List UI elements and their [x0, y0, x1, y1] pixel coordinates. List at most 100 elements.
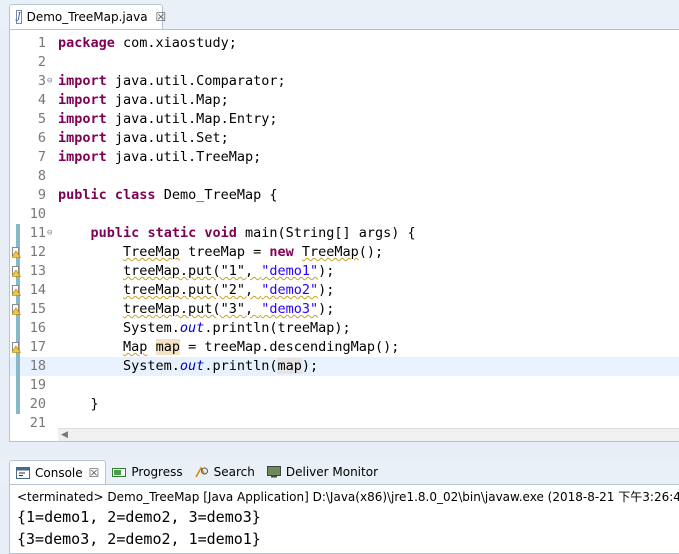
monitor-icon: [266, 466, 281, 478]
code-token: "demo1": [261, 263, 319, 279]
code-token: main(String[] args) {: [236, 225, 416, 241]
code-text: treeMap.put("2", "demo2");: [58, 281, 334, 300]
code-text: TreeMap treeMap = new TreeMap();: [58, 243, 383, 262]
code-line[interactable]: 17 Map map = treeMap.descendingMap();: [10, 338, 679, 357]
code-token: );: [301, 358, 319, 374]
scroll-left-icon[interactable]: ◀: [61, 429, 68, 441]
code-token: new: [269, 244, 294, 260]
tab-console[interactable]: Console ☒: [9, 460, 107, 484]
code-token: map: [155, 339, 180, 355]
code-line[interactable]: 16 System.out.println(treeMap);: [10, 319, 679, 338]
code-token: treeMap.put("3",: [123, 301, 262, 317]
code-text: }: [58, 395, 99, 414]
code-token: .println(treeMap);: [204, 320, 351, 336]
code-token: out: [179, 358, 205, 374]
code-text: import java.util.Map.Entry;: [58, 110, 277, 129]
console-output-line: {1=demo1, 2=demo2, 3=demo3}: [17, 508, 261, 526]
console-output-line: {3=demo3, 2=demo2, 1=demo1}: [17, 530, 261, 548]
code-token: public: [58, 187, 107, 203]
code-line[interactable]: 7 import java.util.TreeMap;: [10, 148, 679, 167]
code-line[interactable]: 19: [10, 376, 679, 395]
line-number: 3: [37, 73, 46, 89]
code-token: java.util.Comparator;: [106, 73, 286, 89]
close-icon[interactable]: ☒: [89, 466, 100, 480]
line-number: 16: [29, 320, 46, 336]
code-line[interactable]: 9 public class Demo_TreeMap {: [10, 186, 679, 205]
code-text: package com.xiaostudy;: [58, 34, 237, 53]
code-token: java.util.TreeMap;: [106, 149, 262, 165]
line-number: 8: [37, 168, 46, 184]
console-status: <terminated> Demo_TreeMap [Java Applicat…: [17, 490, 679, 504]
code-token: out: [179, 320, 205, 336]
code-line[interactable]: 13 treeMap.put("1", "demo1");: [10, 262, 679, 281]
search-icon: [194, 466, 209, 478]
code-line[interactable]: 5 import java.util.Map.Entry;: [10, 110, 679, 129]
code-token: treeMap.put("1",: [123, 263, 262, 279]
code-text: import java.util.Map;: [58, 91, 229, 110]
line-number: 20: [29, 396, 46, 412]
code-token: import: [58, 111, 107, 127]
editor-tab-title: Demo_TreeMap.java: [26, 10, 148, 24]
horizontal-scrollbar[interactable]: ◀: [58, 428, 679, 441]
code-token: TreeMap: [301, 244, 359, 260]
close-icon[interactable]: ☒: [156, 10, 167, 24]
code-token: "demo2": [261, 282, 319, 298]
line-number: 21: [29, 415, 46, 431]
code-token: java.util.Map;: [106, 92, 229, 108]
code-line[interactable]: 12 TreeMap treeMap = new TreeMap();: [10, 243, 679, 262]
code-line[interactable]: 20 }: [10, 395, 679, 414]
code-token: );: [318, 282, 335, 298]
fold-toggle-icon[interactable]: ⊖: [47, 72, 52, 91]
tab-deliver-monitor[interactable]: Deliver Monitor: [261, 460, 384, 484]
tab-progress[interactable]: Progress: [106, 460, 188, 484]
code-token: .println(: [204, 358, 278, 374]
tab-search[interactable]: Search: [189, 460, 261, 484]
line-number: 17: [29, 339, 46, 355]
line-number: 5: [37, 111, 46, 127]
code-token: com.xiaostudy;: [114, 35, 237, 51]
code-text: treeMap.put("1", "demo1");: [58, 262, 334, 281]
code-line[interactable]: 6 import java.util.Set;: [10, 129, 679, 148]
line-number: 2: [37, 54, 46, 70]
code-token: }: [58, 396, 99, 412]
code-editor[interactable]: 1 package com.xiaostudy; 2 3 ⊖ import java.ut…: [9, 29, 679, 442]
code-token: import: [58, 149, 107, 165]
code-line[interactable]: 4 import java.util.Map;: [10, 91, 679, 110]
code-line[interactable]: 10: [10, 205, 679, 224]
editor-tab-bar: J Demo_TreeMap.java ☒: [0, 0, 679, 29]
code-token: treeMap.put("2",: [123, 282, 262, 298]
code-token: TreeMap: [123, 244, 180, 260]
line-number: 11: [29, 225, 46, 241]
code-text: import java.util.Set;: [58, 129, 229, 148]
code-token: = treeMap.descendingMap();: [179, 339, 400, 355]
code-token: );: [318, 263, 335, 279]
code-line[interactable]: 8: [10, 167, 679, 186]
code-line[interactable]: 3 ⊖ import java.util.Comparator;: [10, 72, 679, 91]
code-token: treeMap =: [179, 244, 270, 260]
code-token: Map: [123, 339, 148, 355]
code-text: public class Demo_TreeMap {: [58, 186, 277, 205]
line-number: 19: [29, 377, 46, 393]
code-token: );: [318, 301, 335, 317]
code-line[interactable]: 18 System.out.println(map);: [10, 357, 679, 376]
code-token: java.util.Map.Entry;: [106, 111, 278, 127]
console-panel[interactable]: <terminated> Demo_TreeMap [Java Applicat…: [9, 484, 679, 554]
code-token: Demo_TreeMap {: [155, 187, 278, 203]
code-text: import java.util.TreeMap;: [58, 148, 261, 167]
fold-toggle-icon[interactable]: ⊖: [47, 224, 52, 243]
code-line[interactable]: 11 ⊖ public static void main(String[] arg…: [10, 224, 679, 243]
code-line[interactable]: 14 treeMap.put("2", "demo2");: [10, 281, 679, 300]
line-number: 4: [37, 92, 46, 108]
code-line[interactable]: 1 package com.xiaostudy;: [10, 34, 679, 53]
code-line[interactable]: 2: [10, 53, 679, 72]
tab-label: Console: [35, 465, 83, 480]
editor-tab[interactable]: J Demo_TreeMap.java ☒: [9, 4, 166, 29]
line-number: 14: [29, 282, 46, 298]
code-line[interactable]: 15 treeMap.put("3", "demo3");: [10, 300, 679, 319]
